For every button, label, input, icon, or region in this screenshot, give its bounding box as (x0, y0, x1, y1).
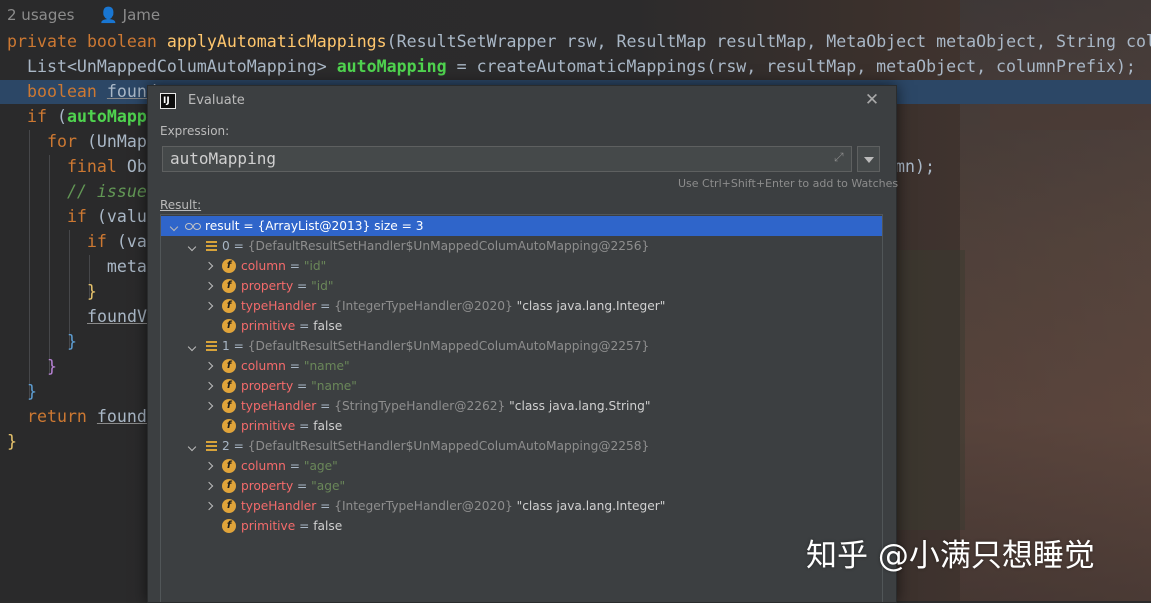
tree-row-field[interactable]: column = "id" (161, 256, 882, 276)
usages-count[interactable]: 2 usages (7, 6, 74, 24)
code-line: if (va (7, 232, 147, 251)
usages-hint[interactable]: 2 usages 👤 Jame (7, 6, 160, 24)
code-line: mn); (895, 157, 935, 176)
code-line: // issue (7, 182, 147, 201)
code-line: if (valu (7, 207, 147, 226)
tree-row-root[interactable]: result = {ArrayList@2013} size = 3 (161, 216, 882, 236)
code-line: private boolean applyAutomaticMappings(R… (7, 32, 1151, 51)
tree-row-field[interactable]: primitive = false (161, 316, 882, 336)
expand-arrow-icon[interactable] (206, 276, 216, 296)
expand-arrow-icon[interactable] (188, 236, 198, 256)
tree-row-field[interactable]: typeHandler = {IntegerTypeHandler@2020} … (161, 296, 882, 316)
code-line: } (7, 357, 57, 376)
tree-row-item[interactable]: 2 = {DefaultResultSetHandler$UnMappedCol… (161, 436, 882, 456)
expand-arrow-icon[interactable] (206, 376, 216, 396)
code-line: meta (7, 257, 147, 276)
field-icon (222, 456, 236, 476)
tree-row-field[interactable]: property = "id" (161, 276, 882, 296)
expand-arrow-icon[interactable] (206, 476, 216, 496)
field-icon (222, 416, 236, 436)
code-line: } (7, 282, 97, 301)
expand-arrow-icon[interactable] (206, 256, 216, 276)
tree-row-field[interactable]: typeHandler = {IntegerTypeHandler@2020} … (161, 496, 882, 516)
code-line: if (autoMapp (7, 107, 147, 126)
dialog-titlebar[interactable]: IJ Evaluate ✕ (148, 86, 896, 116)
code-line: foundV (87, 307, 147, 326)
expand-arrow-icon[interactable] (170, 216, 180, 236)
field-icon (222, 256, 236, 276)
field-icon (222, 316, 236, 336)
field-icon (222, 276, 236, 296)
field-icon (222, 356, 236, 376)
expand-arrow-icon[interactable] (206, 396, 216, 416)
intellij-icon: IJ (160, 93, 176, 109)
field-icon (222, 496, 236, 516)
field-icon (222, 376, 236, 396)
evaluate-dialog[interactable]: IJ Evaluate ✕ Expression: autoMapping ⤢ … (147, 85, 899, 603)
list-element-icon (206, 336, 217, 356)
expression-label: Expression: (160, 124, 230, 138)
watches-hint: Use Ctrl+Shift+Enter to add to Watches (678, 177, 899, 190)
tree-row-field[interactable]: primitive = false (161, 416, 882, 436)
tree-row-field[interactable]: typeHandler = {StringTypeHandler@2262} "… (161, 396, 882, 416)
code-line: final Ob (7, 157, 147, 176)
tree-row-field[interactable]: property = "age" (161, 476, 882, 496)
dialog-title: Evaluate (188, 93, 245, 108)
code-line: } (7, 432, 17, 451)
expression-input[interactable]: autoMapping (162, 146, 852, 172)
code-line: return found (7, 407, 147, 426)
expand-arrow-icon[interactable] (206, 456, 216, 476)
tree-row-item[interactable]: 0 = {DefaultResultSetHandler$UnMappedCol… (161, 236, 882, 256)
code-line: for (UnMap (7, 132, 147, 151)
expand-arrow-icon[interactable] (206, 296, 216, 316)
tree-row-item[interactable]: 1 = {DefaultResultSetHandler$UnMappedCol… (161, 336, 882, 356)
field-icon (222, 396, 236, 416)
zhihu-watermark: 知乎 @小满只想睡觉 (806, 538, 1095, 574)
expand-icon[interactable]: ⤢ (834, 150, 844, 165)
expand-arrow-icon[interactable] (206, 496, 216, 516)
tree-row-field[interactable]: property = "name" (161, 376, 882, 396)
list-element-icon (206, 236, 217, 256)
field-icon (222, 296, 236, 316)
field-icon (222, 476, 236, 496)
result-label: Result: (160, 198, 202, 212)
close-icon[interactable]: ✕ (862, 89, 882, 111)
person-icon: 👤 (99, 6, 118, 24)
wallpaper-decoration (895, 250, 965, 530)
tree-row-field[interactable]: primitive = false (161, 516, 882, 536)
field-icon (222, 516, 236, 536)
code-line: } (7, 332, 77, 351)
code-line: boolean found (7, 82, 157, 101)
history-dropdown-button[interactable] (857, 146, 880, 172)
code-line: } (7, 382, 37, 401)
result-tree[interactable]: result = {ArrayList@2013} size = 3 0 = {… (160, 214, 883, 602)
list-element-icon (206, 436, 217, 456)
author-name: Jame (122, 6, 161, 24)
tree-row-field[interactable]: column = "name" (161, 356, 882, 376)
watch-icon (185, 216, 202, 236)
expand-arrow-icon[interactable] (188, 436, 198, 456)
tree-row-field[interactable]: column = "age" (161, 456, 882, 476)
expand-arrow-icon[interactable] (206, 356, 216, 376)
code-line: List<UnMappedColumAutoMapping> autoMappi… (7, 57, 1136, 76)
expand-arrow-icon[interactable] (188, 336, 198, 356)
